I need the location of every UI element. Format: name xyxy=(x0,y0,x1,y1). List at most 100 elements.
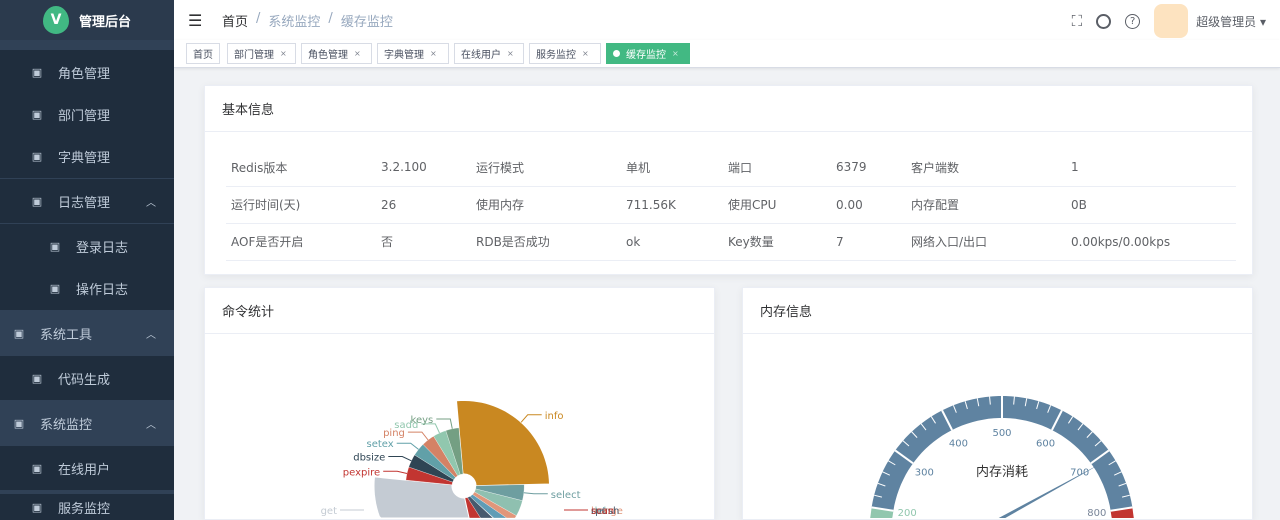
sidebar-item-1[interactable]: ▣ 部门管理 xyxy=(0,92,174,136)
gauge-tick-label: 600 xyxy=(1036,438,1055,449)
cell-label: 网络入口/出口 xyxy=(906,223,1066,261)
cell-value: 3.2.100 xyxy=(376,149,471,187)
sidebar-item-8[interactable]: ▣ 系统监控 ︿ xyxy=(0,401,174,445)
cell-label: 内存配置 xyxy=(906,186,1066,224)
tool-icon: ▣ xyxy=(13,326,25,340)
pie-label-dbsize: dbsize xyxy=(353,452,385,463)
hamburger-icon[interactable]: ☰ xyxy=(188,11,202,30)
cell-label: RDB是否成功 xyxy=(471,223,621,261)
card-title: 基本信息 xyxy=(205,86,1252,132)
sidebar-item-3[interactable]: ▣ 日志管理 ︿ xyxy=(0,179,174,223)
sidebar-item-label: 角色管理 xyxy=(58,66,111,82)
sidebar-item-4[interactable]: ▣ 登录日志 xyxy=(0,224,174,268)
table-row: AOF是否开启否 RDB是否成功 ok Key数量 7 网络入口/出口 0.00kps/0.… xyxy=(226,223,1236,261)
sidebar-item-9[interactable]: ▣ 在线用户 xyxy=(0,446,174,490)
breadcrumb-item[interactable]: 首页 xyxy=(222,11,248,30)
tag-5[interactable]: 服务监控 × xyxy=(529,43,601,64)
pie-label-setex: setex xyxy=(367,439,394,450)
cell-label: 运行模式 xyxy=(471,149,621,187)
tags-view: 首页 部门管理 × 角色管理 × 字典管理 × 在线用户 × 服务监控 × 缓存监控 × xyxy=(174,40,1280,68)
tag-label: 部门管理 xyxy=(234,50,274,61)
sidebar-item-label: 登录日志 xyxy=(76,240,129,256)
sidebar-item-5[interactable]: ▣ 操作日志 xyxy=(0,266,174,310)
tag-label: 字典管理 xyxy=(384,50,424,61)
cell-label: 运行时间(天) xyxy=(226,186,376,224)
command-stats-card: 命令统计 info select del lrange set rpush scan get p… xyxy=(204,287,715,520)
sidebar-item-label: 字典管理 xyxy=(58,150,111,166)
close-icon[interactable]: × xyxy=(507,49,514,58)
cell-value: 单机 xyxy=(621,149,723,187)
cell-value: 26 xyxy=(376,186,471,224)
pie-slice-get[interactable] xyxy=(373,476,470,519)
sidebar-item-2[interactable]: ▣ 字典管理 xyxy=(0,134,174,178)
cell-label: 使用CPU xyxy=(723,186,831,224)
sidebar-item-label: 日志管理 xyxy=(58,195,111,211)
gauge-tick-label: 500 xyxy=(992,428,1011,439)
gauge-tick-label: 400 xyxy=(949,438,968,449)
sidebar-item-7[interactable]: ▣ 代码生成 xyxy=(0,356,174,400)
close-icon[interactable]: × xyxy=(280,49,287,58)
sidebar-item-6[interactable]: ▣ 系统工具 ︿ xyxy=(0,311,174,355)
pie-label-scan: scan xyxy=(591,506,614,517)
pie-label-line xyxy=(388,456,412,462)
chevron-up-icon: ︿ xyxy=(146,329,156,341)
close-icon[interactable]: × xyxy=(430,49,437,58)
login-log-icon: ▣ xyxy=(49,239,61,253)
logo[interactable]: V 管理后台 xyxy=(0,0,174,40)
fullscreen-icon[interactable]: ⛶ xyxy=(1072,12,1083,30)
tag-6[interactable]: 缓存监控 × xyxy=(606,43,690,64)
tree-icon: ▣ xyxy=(31,107,43,121)
tag-label: 在线用户 xyxy=(461,50,501,61)
sidebar-item-label: 部门管理 xyxy=(58,108,111,124)
cell-label: 使用内存 xyxy=(471,186,621,224)
avatar[interactable] xyxy=(1154,4,1189,38)
pie-label-pexpire: pexpire xyxy=(343,467,380,478)
code-icon: ▣ xyxy=(31,371,43,385)
peoples-icon: ▣ xyxy=(31,65,43,79)
pie-label-select: select xyxy=(551,490,581,501)
active-dot-icon xyxy=(613,50,620,57)
gauge-tick-label: 300 xyxy=(915,468,934,479)
sidebar-item-0[interactable]: ▣ 角色管理 xyxy=(0,50,174,94)
cell-label: AOF是否开启 xyxy=(226,223,376,261)
breadcrumb-item: 缓存监控 xyxy=(340,14,393,30)
pie-label-keys: keys xyxy=(411,415,434,426)
close-icon[interactable]: × xyxy=(672,49,679,58)
tag-4[interactable]: 在线用户 × xyxy=(454,43,524,64)
close-icon[interactable]: × xyxy=(582,49,589,58)
gauge-title: 内存消耗 xyxy=(976,464,1028,480)
cell-label: 端口 xyxy=(723,149,831,187)
close-icon[interactable]: × xyxy=(354,49,361,58)
sidebar-item-10[interactable]: ▣ 服务监控 xyxy=(0,494,174,520)
navbar: ☰ 首页 / 系统监控 / 缓存监控 ⛶ ? 超级管理员 ▾ xyxy=(174,0,1280,40)
tag-0[interactable]: 首页 xyxy=(186,43,220,64)
command-pie-chart: infoselectdellrangesetrpushscangetpexpir… xyxy=(321,400,623,519)
server-icon: ▣ xyxy=(31,500,43,514)
pie-slice-info[interactable] xyxy=(455,400,551,487)
cell-value: 否 xyxy=(376,223,471,261)
tag-2[interactable]: 角色管理 × xyxy=(301,43,372,64)
sidebar-item-label: 服务监控 xyxy=(58,501,111,517)
tag-1[interactable]: 部门管理 × xyxy=(227,43,296,64)
tag-label: 缓存监控 xyxy=(626,50,666,61)
user-menu[interactable]: 超级管理员 ▾ xyxy=(1196,13,1266,30)
help-icon[interactable]: ? xyxy=(1125,13,1141,29)
pie-label-get: get xyxy=(321,506,338,517)
pie-label-info: info xyxy=(545,411,564,422)
tag-3[interactable]: 字典管理 × xyxy=(377,43,449,64)
cell-value: 6379 xyxy=(831,149,906,187)
pie-label-line xyxy=(436,418,453,429)
table-row: Redis版本 3.2.100 运行模式 单机 端口 6379 客户端数 1 xyxy=(226,149,1236,187)
sidebar-item-label: 系统监控 xyxy=(40,417,93,433)
memory-gauge: 200 300 400 500 600 700 800 内存消耗 xyxy=(870,396,1134,519)
cell-value: 0B xyxy=(1066,186,1236,224)
pie-label-line xyxy=(407,431,429,441)
pie-label-line xyxy=(520,414,542,423)
memory-info-card: 内存信息 200 300 400 500 600 700 800 内存消耗 xyxy=(742,287,1253,520)
github-icon[interactable] xyxy=(1096,13,1112,29)
pie-label-line xyxy=(383,470,408,474)
basic-info-card: 基本信息 Redis版本 3.2.100 运行模式 单机 端口 6379 客户端数 1 运行时间… xyxy=(204,85,1253,275)
breadcrumb-item: 系统监控 xyxy=(268,14,321,30)
chevron-up-icon: ︿ xyxy=(146,419,156,431)
app-title: 管理后台 xyxy=(78,14,131,30)
